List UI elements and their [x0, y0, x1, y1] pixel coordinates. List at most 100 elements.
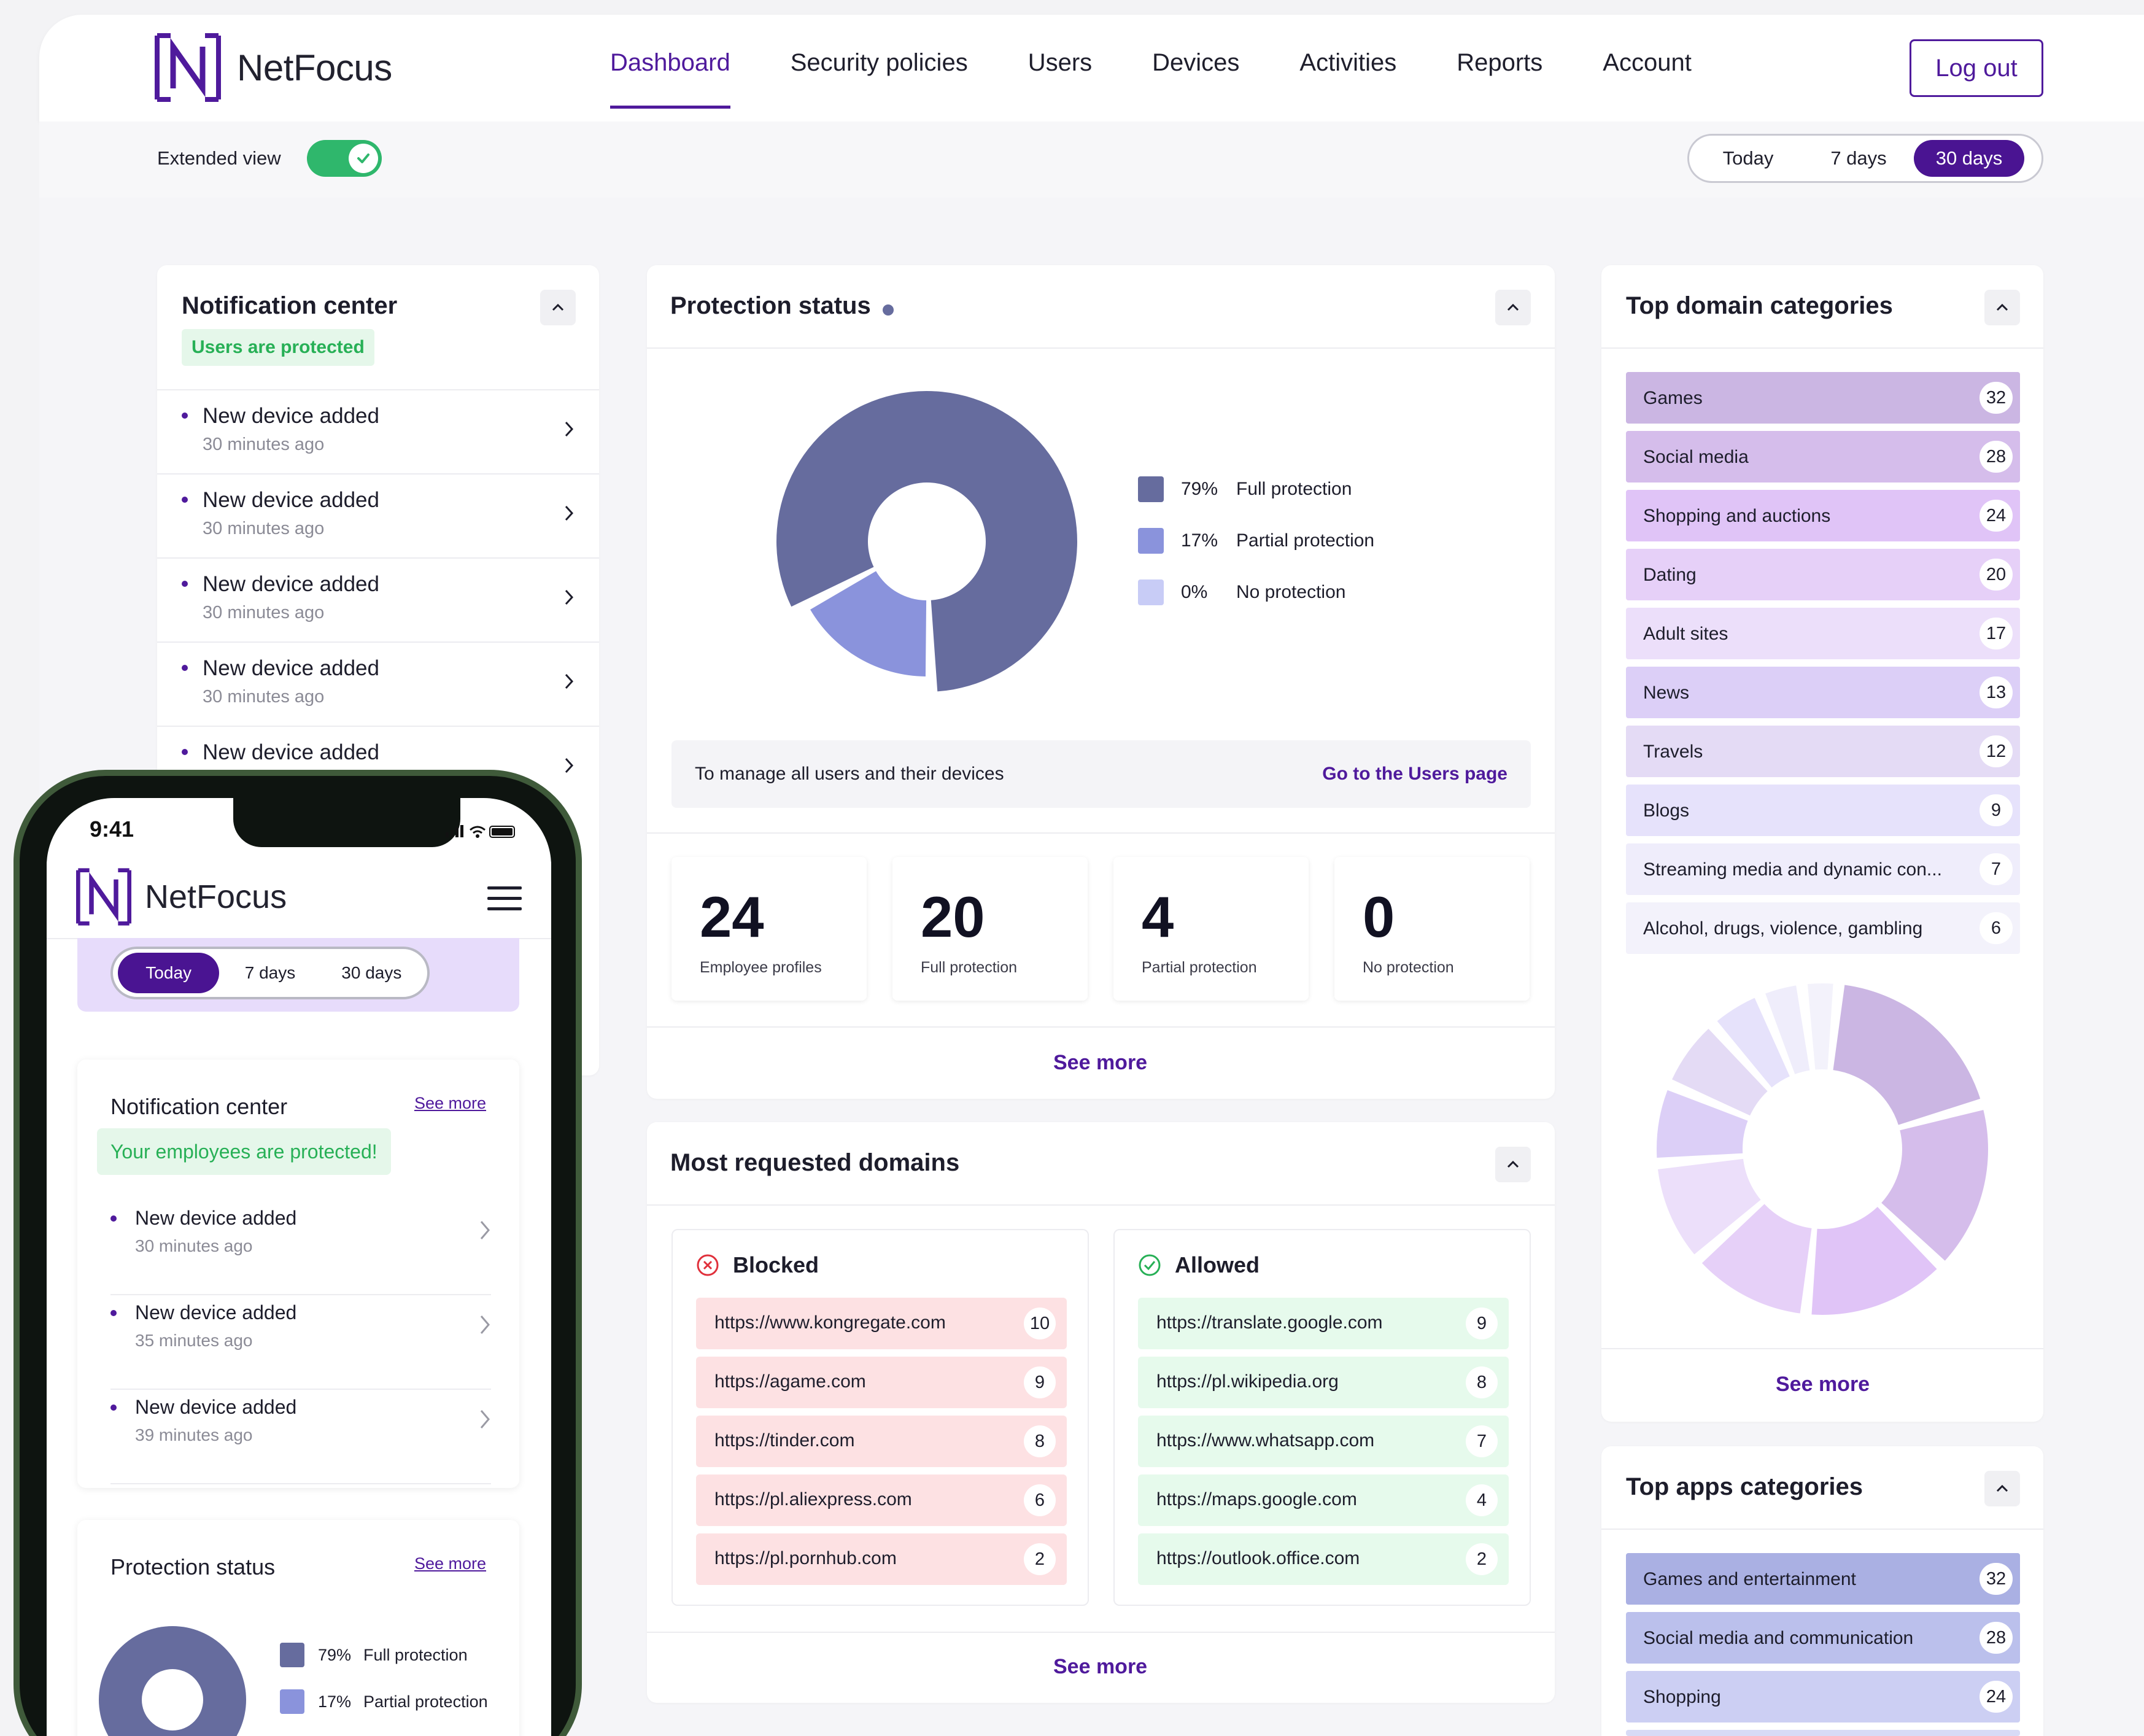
brand-logo[interactable]: NetFocus — [155, 33, 392, 102]
phone-notification-item[interactable]: New device added 39 minutes ago — [110, 1390, 491, 1484]
notification-item[interactable]: New device added 30 minutes ago — [157, 557, 599, 641]
app-category-row[interactable]: Shopping 24 — [1626, 1671, 2020, 1722]
app-category-row[interactable]: Games and entertainment 32 — [1626, 1553, 2020, 1605]
domain-row[interactable]: https://pl.aliexpress.com 6 — [696, 1474, 1067, 1526]
phone-notification-item[interactable]: New device added 30 minutes ago — [110, 1201, 491, 1295]
notification-item[interactable]: New device added 30 minutes ago — [157, 473, 599, 557]
protection-see-more-link[interactable]: See more — [1053, 1051, 1147, 1075]
phone-range-7-days[interactable]: 7 days — [219, 953, 320, 993]
category-count: 13 — [1980, 676, 2013, 708]
collapse-top-apps-button[interactable] — [1984, 1471, 2020, 1506]
domain-category-row[interactable]: Dating 20 — [1626, 549, 2020, 600]
phone-protected-badge: Your employees are protected! — [97, 1128, 391, 1175]
category-count: 32 — [1980, 382, 2013, 414]
notification-title: New device added — [135, 1301, 297, 1323]
domain-row[interactable]: https://agame.com 9 — [696, 1357, 1067, 1408]
app-category-row[interactable]: Social media and communication 28 — [1626, 1612, 2020, 1664]
collapse-top-domains-button[interactable] — [1984, 290, 2020, 325]
range-30-days[interactable]: 30 days — [1914, 140, 2024, 177]
legend-label: Partial protection — [1236, 530, 1375, 551]
logout-button[interactable]: Log out — [1910, 39, 2043, 97]
nav-devices[interactable]: Devices — [1152, 49, 1239, 77]
phone-brand-logo[interactable]: NetFocus — [76, 868, 287, 926]
app-category-row[interactable] — [1626, 1730, 2020, 1736]
legend-none: 0% No protection — [1138, 579, 1345, 605]
phone-notification-title: Notification center — [110, 1094, 288, 1119]
blocked-label: Blocked — [733, 1252, 819, 1277]
chevron-right-icon — [565, 505, 574, 521]
category-count: 24 — [1980, 1681, 2013, 1713]
date-range-selector: Today 7 days 30 days — [1687, 134, 2043, 183]
range-today[interactable]: Today — [1693, 140, 1803, 177]
legend-swatch — [280, 1689, 304, 1714]
category-count: 9 — [1980, 794, 2013, 826]
chevron-up-icon — [552, 303, 564, 311]
top-domain-categories-card: Top domain categories Games 32 Social medi… — [1601, 265, 2043, 1422]
bullet-icon — [182, 497, 188, 503]
domain-row[interactable]: https://www.kongregate.com 10 — [696, 1298, 1067, 1349]
chevron-right-icon — [480, 1221, 490, 1239]
nav-account[interactable]: Account — [1603, 49, 1692, 77]
domain-row[interactable]: https://maps.google.com 4 — [1138, 1474, 1509, 1526]
domain-row[interactable]: https://pl.wikipedia.org 8 — [1138, 1357, 1509, 1408]
collapse-notification-button[interactable] — [540, 290, 576, 325]
nav-security-policies[interactable]: Security policies — [791, 49, 968, 77]
legend-pct: 0% — [1181, 582, 1208, 602]
stat-value: 24 — [700, 885, 764, 949]
domain-url: https://agame.com — [714, 1371, 866, 1392]
phone-protection-see-more[interactable]: See more — [414, 1554, 486, 1573]
notification-time: 30 minutes ago — [203, 603, 325, 622]
domain-category-row[interactable]: Travels 12 — [1626, 726, 2020, 777]
notification-title: New device added — [203, 488, 379, 512]
domain-category-row[interactable]: Streaming media and dynamic con... 7 — [1626, 843, 2020, 895]
domain-category-row[interactable]: Shopping and auctions 24 — [1626, 490, 2020, 541]
domain-row[interactable]: https://outlook.office.com 2 — [1138, 1533, 1509, 1585]
domain-row[interactable]: https://translate.google.com 9 — [1138, 1298, 1509, 1349]
category-label: Travels — [1643, 742, 1703, 762]
nav-reports[interactable]: Reports — [1457, 49, 1542, 77]
top-domains-see-more-link[interactable]: See more — [1776, 1373, 1870, 1397]
notification-time: 30 minutes ago — [203, 687, 325, 707]
notification-item[interactable]: New device added 30 minutes ago — [157, 389, 599, 473]
domain-category-row[interactable]: Games 32 — [1626, 372, 2020, 424]
go-to-users-link[interactable]: Go to the Users page — [1322, 764, 1507, 785]
domain-category-row[interactable]: Adult sites 17 — [1626, 608, 2020, 659]
domain-category-row[interactable]: News 13 — [1626, 667, 2020, 718]
domain-category-row[interactable]: Social media 28 — [1626, 431, 2020, 482]
allowed-label: Allowed — [1175, 1252, 1260, 1277]
notification-item[interactable]: New device added 30 minutes ago — [157, 641, 599, 726]
extended-view-toggle[interactable] — [307, 140, 382, 177]
domain-row[interactable]: https://www.whatsapp.com 7 — [1138, 1416, 1509, 1467]
domain-category-row[interactable]: Alcohol, drugs, violence, gambling 6 — [1626, 902, 2020, 954]
domain-count: 8 — [1024, 1425, 1056, 1457]
phone-range-today[interactable]: Today — [118, 953, 220, 993]
chevron-up-icon — [1996, 1484, 2008, 1492]
domain-url: https://maps.google.com — [1156, 1489, 1357, 1509]
nav-activities[interactable]: Activities — [1299, 49, 1396, 77]
legend-pct: 17% — [1181, 530, 1218, 551]
domain-category-row[interactable]: Blogs 9 — [1626, 785, 2020, 836]
phone-notification-see-more[interactable]: See more — [414, 1094, 486, 1113]
collapse-domains-button[interactable] — [1495, 1147, 1531, 1182]
domain-url: https://tinder.com — [714, 1430, 855, 1451]
phone-range-30-days[interactable]: 30 days — [321, 953, 422, 993]
range-7-days[interactable]: 7 days — [1803, 140, 1914, 177]
category-label: Social media and communication — [1643, 1628, 1914, 1648]
nav-dashboard[interactable]: Dashboard — [610, 49, 730, 109]
check-icon — [349, 144, 378, 173]
category-label: News — [1643, 683, 1690, 703]
most-requested-title: Most requested domains — [670, 1149, 960, 1176]
domain-row[interactable]: https://pl.pornhub.com 2 — [696, 1533, 1067, 1585]
brand-name: NetFocus — [237, 47, 392, 88]
phone-notification-item[interactable]: New device added 35 minutes ago — [110, 1295, 491, 1390]
collapse-protection-button[interactable] — [1495, 290, 1531, 325]
nav-users[interactable]: Users — [1028, 49, 1092, 77]
domain-row[interactable]: https://tinder.com 8 — [696, 1416, 1067, 1467]
hamburger-menu-icon[interactable] — [487, 886, 522, 918]
legend-pct: 79% — [1181, 479, 1218, 499]
divider — [1601, 1348, 2043, 1349]
domains-see-more-link[interactable]: See more — [1053, 1655, 1147, 1679]
divider — [647, 1632, 1555, 1633]
phone-protection-title: Protection status — [110, 1554, 276, 1579]
notification-time: 35 minutes ago — [135, 1331, 253, 1350]
